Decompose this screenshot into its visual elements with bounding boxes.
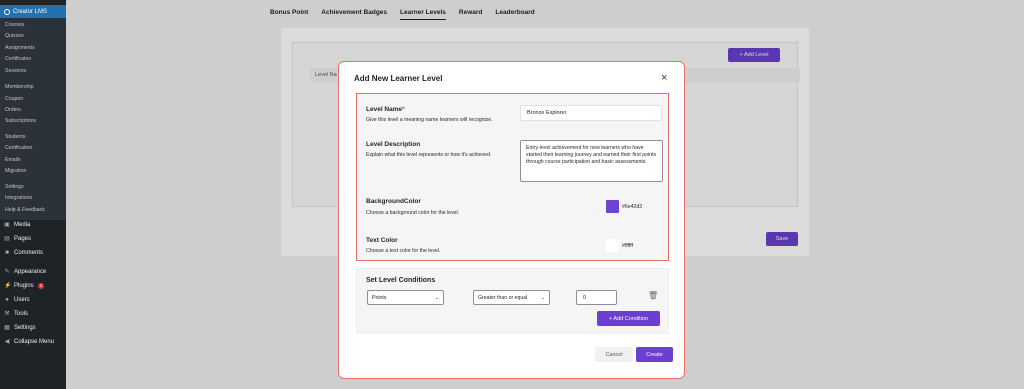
- sidebar-item-courses[interactable]: Courses: [5, 22, 24, 28]
- sidebar-item-subscriptions[interactable]: Subscriptions: [5, 118, 36, 124]
- conditions-title: Set Level Conditions: [366, 277, 436, 284]
- sidebar-item-assignments[interactable]: Assignments: [5, 45, 35, 51]
- sidebar-item-media[interactable]: ▣ Media: [4, 222, 30, 228]
- sidebar-item-plugins[interactable]: ⚡ Plugins 1: [4, 283, 45, 289]
- sidebar-item-integrations[interactable]: Integrations: [5, 195, 32, 201]
- sidebar-item-orders[interactable]: Orders: [5, 107, 21, 113]
- sidebar-item-users[interactable]: ● Users: [4, 297, 30, 303]
- sidebar-item-coupon[interactable]: Coupon: [5, 96, 23, 102]
- sidebar-item-settings[interactable]: ▦ Settings: [4, 325, 36, 331]
- sidebar-item-students[interactable]: Students: [5, 134, 25, 140]
- sidebar-item-appearance[interactable]: ✎ Appearance: [4, 269, 46, 275]
- sidebar-item-label: Users: [14, 297, 30, 303]
- level-description-textarea[interactable]: Entry-level achievement for new learners…: [520, 140, 663, 182]
- sidebar-item-collapse-menu[interactable]: ◀ Collapse Menu: [4, 339, 54, 345]
- sidebar-item-label: Tools: [14, 311, 29, 317]
- level-description-label: Level Description: [366, 141, 421, 148]
- level-name-help: Give this level a meaning name learners …: [366, 117, 493, 123]
- sidebar-item-sessions[interactable]: Sessions: [5, 68, 26, 74]
- sidebar-item-certificates[interactable]: Certificates: [5, 56, 31, 62]
- sidebar-item-settings-lms[interactable]: Settings: [5, 184, 24, 190]
- close-icon[interactable]: ×: [661, 73, 667, 84]
- level-name-label-text: Level Name: [366, 106, 403, 113]
- sidebar-item-label: Creator LMS: [13, 8, 48, 15]
- tools-icon: ⚒: [4, 311, 10, 317]
- collapse-icon: ◀: [4, 339, 10, 345]
- sidebar-item-label: Comments: [14, 250, 44, 256]
- condition-value-input[interactable]: 0: [576, 290, 617, 305]
- sidebar-item-pages[interactable]: ▤ Pages: [4, 236, 31, 242]
- sidebar-item-help-feedback[interactable]: Help & Feedback: [5, 207, 45, 213]
- sidebar-item-tools[interactable]: ⚒ Tools: [4, 311, 28, 317]
- plugins-icon: ⚡: [4, 283, 12, 289]
- sidebar-item-certification[interactable]: Certification: [5, 145, 32, 151]
- sidebar-item-label: Media: [14, 222, 31, 228]
- condition-type-value: Points: [372, 294, 387, 301]
- level-details-section: Level Name* Give this level a meaning na…: [356, 93, 669, 261]
- modal-title: Add New Learner Level: [354, 74, 443, 83]
- text-color-swatch[interactable]: [606, 239, 619, 252]
- sidebar-item-comments[interactable]: ■ Comments: [4, 250, 43, 256]
- delete-condition-icon[interactable]: 🗑: [648, 291, 658, 300]
- settings-icon: ▦: [4, 325, 10, 331]
- condition-type-select[interactable]: Points ⌄: [367, 290, 444, 305]
- sidebar-item-label: Appearance: [14, 269, 47, 275]
- create-button[interactable]: Create: [636, 347, 673, 362]
- admin-sidebar: Creator LMS Courses Quizzes Assignments …: [0, 0, 66, 389]
- cancel-button[interactable]: Cancel: [595, 347, 633, 362]
- chevron-down-icon: ⌄: [540, 294, 545, 301]
- level-name-label: Level Name*: [366, 106, 405, 113]
- sidebar-item-label: Plugins: [14, 283, 34, 289]
- required-marker: *: [402, 106, 405, 113]
- text-color-label: Text Color: [366, 237, 398, 244]
- text-color-help: Choose a text color for the level.: [366, 248, 441, 254]
- sidebar-item-emails[interactable]: Emails: [5, 157, 21, 163]
- text-color-value: #ffffff: [622, 243, 634, 249]
- users-icon: ●: [5, 297, 9, 303]
- creator-lms-icon: [4, 8, 10, 15]
- update-count-badge: 1: [37, 283, 45, 289]
- background-color-help: Choose a background color for the level.: [366, 210, 460, 216]
- sidebar-item-label: Pages: [14, 236, 32, 242]
- comments-icon: ■: [5, 250, 9, 256]
- level-conditions-section: Set Level Conditions Points ⌄ Greater th…: [356, 268, 669, 334]
- sidebar-item-migration[interactable]: Migration: [5, 168, 26, 174]
- pages-icon: ▤: [4, 236, 10, 242]
- appearance-icon: ✎: [4, 269, 10, 275]
- condition-operator-value: Greater than or equal: [478, 294, 528, 301]
- level-name-input[interactable]: Bronze Explorer: [520, 105, 662, 121]
- add-condition-button[interactable]: + Add Condition: [597, 311, 660, 326]
- sidebar-item-membership[interactable]: Membership: [5, 84, 34, 90]
- sidebar-item-creator-lms[interactable]: Creator LMS: [0, 5, 66, 18]
- add-learner-level-modal: Add New Learner Level × Level Name* Give…: [338, 61, 685, 379]
- chevron-down-icon: ⌄: [434, 294, 439, 301]
- background-color-swatch[interactable]: [606, 200, 619, 213]
- sidebar-item-label: Settings: [14, 325, 36, 331]
- background-color-label: BackgroundColor: [366, 198, 421, 205]
- media-icon: ▣: [4, 222, 10, 228]
- sidebar-item-quizzes[interactable]: Quizzes: [5, 33, 24, 39]
- sidebar-item-label: Collapse Menu: [14, 339, 55, 345]
- level-description-help: Explain what this level represents or ho…: [366, 152, 492, 158]
- condition-operator-select[interactable]: Greater than or equal ⌄: [473, 290, 550, 305]
- background-color-value: #6e42d3: [622, 204, 643, 210]
